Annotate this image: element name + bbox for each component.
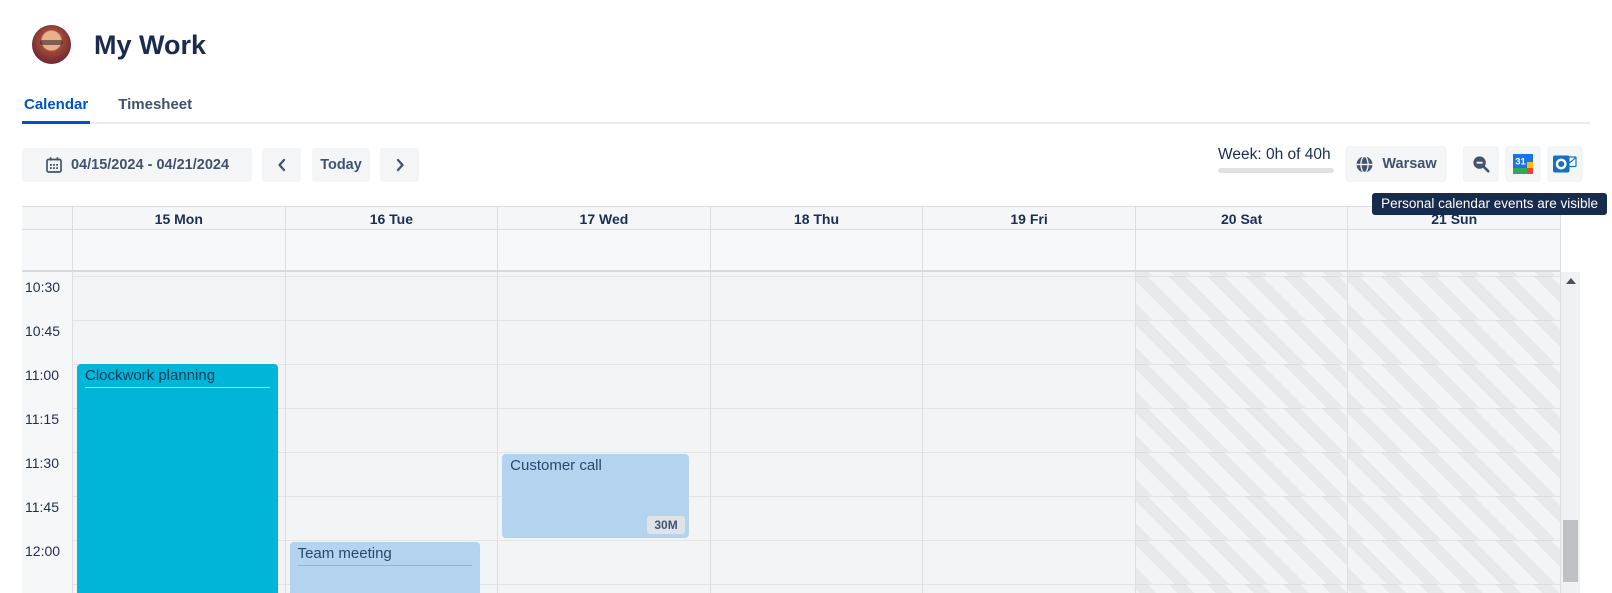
page-title: My Work <box>94 27 206 63</box>
week-progress-bar <box>1218 168 1334 173</box>
day-column[interactable] <box>498 272 711 593</box>
timezone-label: Warsaw <box>1382 156 1436 172</box>
zoom-out-icon <box>1471 154 1491 174</box>
day-header: 17 Wed <box>498 207 711 230</box>
zoom-out-button[interactable] <box>1463 146 1499 182</box>
vertical-scrollbar[interactable] <box>1561 272 1580 593</box>
svg-text:31: 31 <box>1515 157 1526 168</box>
week-progress: Week: 0h of 40h <box>1218 146 1334 173</box>
tab-calendar[interactable]: Calendar <box>22 92 90 124</box>
time-label: 11:15 <box>25 411 59 427</box>
date-range-button[interactable]: 04/15/2024 - 04/21/2024 <box>22 148 252 182</box>
time-label: 12:00 <box>25 543 60 559</box>
event-customer-call[interactable]: Customer call 30M <box>502 454 689 538</box>
calendar-grid: 15 Mon16 Tue17 Wed18 Thu19 Fri20 Sat21 S… <box>22 206 1580 593</box>
time-label: 10:30 <box>25 279 60 295</box>
tab-bar: Calendar Timesheet <box>22 92 1590 124</box>
scrollbar-thumb[interactable] <box>1563 520 1578 582</box>
previous-week-button[interactable] <box>262 148 301 182</box>
event-clockwork-planning[interactable]: Clockwork planning <box>77 364 278 593</box>
google-calendar-icon: 31 <box>1511 152 1535 176</box>
week-summary-label: Week: 0h of 40h <box>1218 146 1334 164</box>
day-header-row: 15 Mon16 Tue17 Wed18 Thu19 Fri20 Sat21 S… <box>22 206 1561 229</box>
day-column-weekend[interactable] <box>1136 272 1349 593</box>
calendar-icon <box>45 156 63 174</box>
avatar[interactable] <box>32 25 71 64</box>
outlook-sync-button[interactable] <box>1547 146 1583 182</box>
scroll-up-arrow-icon[interactable] <box>1561 272 1580 289</box>
date-range-label: 04/15/2024 - 04/21/2024 <box>71 157 229 173</box>
all-day-row <box>22 229 1561 270</box>
next-week-button[interactable] <box>380 148 419 182</box>
all-day-cell[interactable] <box>1136 230 1349 271</box>
day-column[interactable] <box>711 272 924 593</box>
day-header: 19 Fri <box>923 207 1136 230</box>
event-duration-badge: 30M <box>647 516 684 534</box>
all-day-cell[interactable] <box>498 230 711 271</box>
time-label: 11:30 <box>25 455 59 471</box>
all-day-cell[interactable] <box>73 230 286 271</box>
chevron-right-icon <box>393 158 407 172</box>
chevron-left-icon <box>275 158 289 172</box>
day-column-weekend[interactable] <box>1348 272 1561 593</box>
tab-timesheet[interactable]: Timesheet <box>116 92 194 122</box>
time-label: 11:00 <box>25 367 59 383</box>
day-header: 20 Sat <box>1136 207 1349 230</box>
all-day-cell[interactable] <box>923 230 1136 271</box>
all-day-cell[interactable] <box>286 230 499 271</box>
day-header: 15 Mon <box>73 207 286 230</box>
all-day-cell[interactable] <box>1348 230 1561 271</box>
all-day-cell[interactable] <box>711 230 924 271</box>
time-grid: 10:30 10:45 11:00 11:15 11:30 11:45 12:00 Clock… <box>22 272 1561 593</box>
globe-icon <box>1355 155 1374 174</box>
day-header: 16 Tue <box>286 207 499 230</box>
gutter-header-cell <box>22 207 73 230</box>
event-team-meeting[interactable]: Team meeting <box>290 542 481 593</box>
google-calendar-sync-button[interactable]: 31 <box>1505 146 1541 182</box>
my-work-page: { "page": { "title": "My Work" }, "tabs"… <box>0 0 1612 593</box>
time-label: 10:45 <box>25 323 60 339</box>
outlook-icon <box>1552 152 1578 176</box>
event-title: Team meeting <box>298 545 473 566</box>
event-title: Customer call <box>510 457 681 477</box>
day-column[interactable] <box>923 272 1136 593</box>
event-title: Clockwork planning <box>85 367 270 388</box>
today-button[interactable]: Today <box>312 148 370 182</box>
time-label: 11:45 <box>25 499 59 515</box>
gutter-allday-cell <box>22 230 73 271</box>
tooltip: Personal calendar events are visible <box>1372 193 1607 215</box>
timezone-button[interactable]: Warsaw <box>1345 146 1447 182</box>
day-header: 18 Thu <box>711 207 924 230</box>
